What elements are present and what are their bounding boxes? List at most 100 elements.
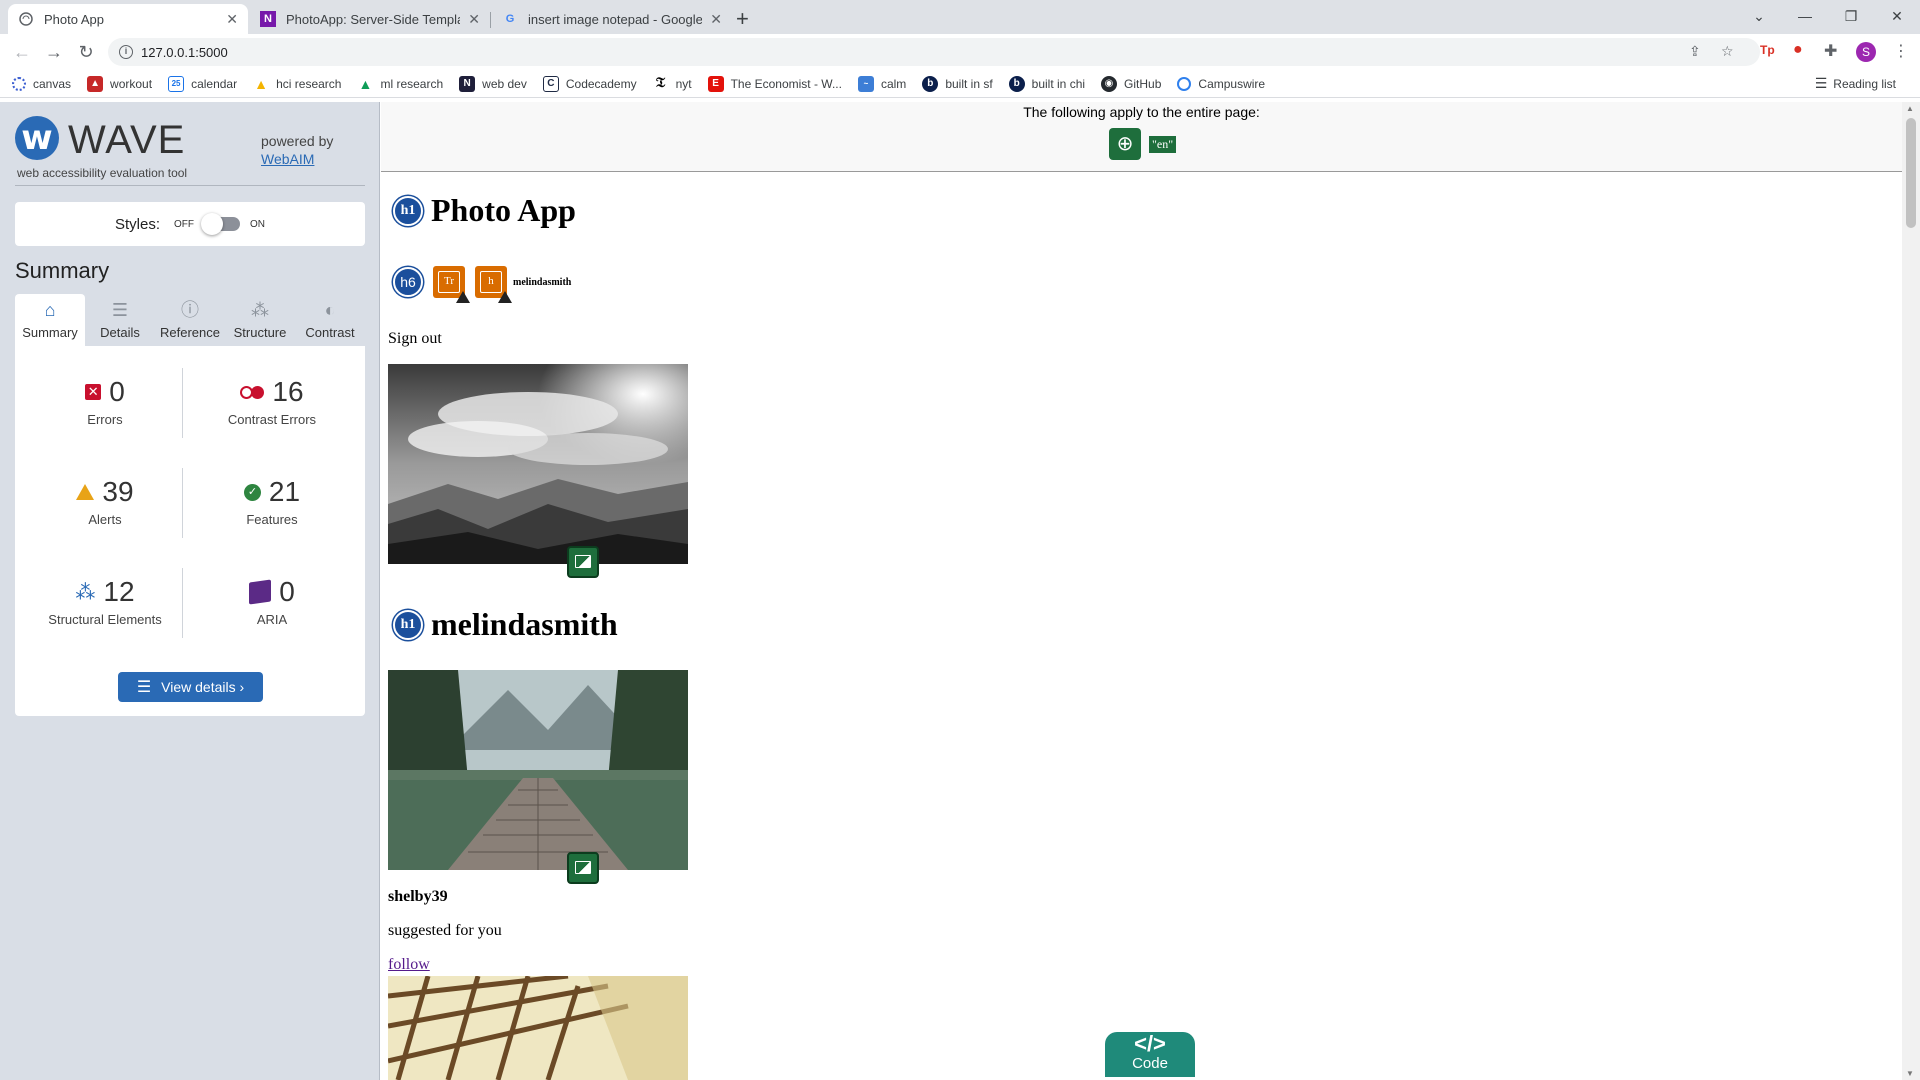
structure-icon: ⁂: [251, 300, 269, 320]
styles-on-label: ON: [250, 218, 265, 230]
follow-link[interactable]: follow: [388, 956, 430, 974]
bookmark-hci-research[interactable]: ▲ hci research: [253, 76, 341, 92]
bookmark-calendar[interactable]: 25 calendar: [168, 75, 237, 92]
tab-google-search[interactable]: G insert image notepad - Google S ✕: [492, 4, 732, 34]
extensions-puzzle-icon[interactable]: ✚: [1824, 41, 1837, 61]
aria-stat[interactable]: 0 ARIA: [192, 576, 352, 627]
tab-search-chevron-icon[interactable]: ⌄: [1736, 4, 1782, 28]
share-icon[interactable]: ⇪: [1689, 43, 1701, 60]
reload-icon[interactable]: ↻: [74, 40, 98, 64]
menu-kebab-icon[interactable]: ⋮: [1893, 41, 1909, 61]
close-tab-icon[interactable]: ✕: [710, 11, 722, 28]
tab-contrast[interactable]: ◐ Contrast: [295, 294, 365, 346]
justified-text-alert-icon[interactable]: Tr: [433, 266, 470, 303]
scroll-up-icon[interactable]: ▲: [1906, 104, 1914, 113]
canvas-icon: [12, 76, 26, 91]
browser-tab-strip: Photo App ✕ N PhotoApp: Server-Side Temp…: [0, 0, 1920, 34]
bookmark-calm[interactable]: ~ calm: [857, 75, 906, 92]
economist-icon: E: [707, 75, 724, 92]
back-arrow-icon[interactable]: ←: [10, 40, 34, 64]
forward-arrow-icon[interactable]: →: [42, 40, 66, 64]
alt-text-feature-icon[interactable]: [567, 852, 599, 884]
page-notice-text: The following apply to the entire page:: [1023, 104, 1260, 120]
webaim-link[interactable]: WebAIM: [261, 151, 314, 167]
tab-title: PhotoApp: Server-Side Template: [286, 11, 461, 27]
bookmark-star-icon[interactable]: ☆: [1721, 43, 1734, 60]
possible-heading-alert-icon[interactable]: h: [475, 266, 512, 303]
bookmark-ml-research[interactable]: ▲ ml research: [357, 76, 444, 92]
page-scrollbar[interactable]: ▲ ▼: [1902, 102, 1920, 1080]
alt-text-feature-icon[interactable]: [567, 546, 599, 578]
minimize-icon[interactable]: —: [1782, 4, 1828, 28]
calm-icon: ~: [857, 75, 874, 92]
divider: [182, 568, 183, 638]
profile-avatar[interactable]: S: [1856, 42, 1876, 62]
info-icon: ⓘ: [181, 300, 199, 320]
summary-panel: ✕ 0 Errors 16 Contrast Errors 39 Alerts ✓…: [15, 346, 365, 716]
workout-icon: ▲: [87, 75, 104, 92]
divider: [15, 185, 365, 186]
reading-list-button[interactable]: ☰ Reading list: [1815, 75, 1896, 92]
scroll-down-icon[interactable]: ▼: [1906, 1069, 1914, 1078]
drive-icon: ▲: [254, 75, 269, 92]
contrast-icon: ◐: [324, 300, 336, 320]
page-notice-bar: The following apply to the entire page: …: [381, 102, 1902, 172]
styles-label: Styles:: [114, 215, 160, 233]
url-text: 127.0.0.1:5000: [141, 44, 228, 60]
styles-off-label: OFF: [174, 218, 194, 230]
bookmark-web-dev[interactable]: Nweb dev: [459, 75, 527, 92]
contrast-errors-stat[interactable]: 16 Contrast Errors: [192, 376, 352, 427]
bookmark-codecademy[interactable]: C Codecademy: [542, 75, 637, 92]
toggle-knob[interactable]: [201, 213, 223, 235]
tab-reference[interactable]: ⓘ Reference: [155, 294, 225, 346]
sign-out-text[interactable]: Sign out: [388, 330, 442, 348]
header-user-row: h6 Tr h melindasmith: [393, 266, 571, 303]
address-bar[interactable]: i 127.0.0.1:5000: [108, 38, 1760, 66]
errors-stat[interactable]: ✕ 0 Errors: [25, 376, 185, 427]
styles-toggle-box: Styles: OFF ON: [15, 202, 365, 246]
error-icon: ✕: [85, 384, 102, 400]
bookmark-canvas[interactable]: canvas: [12, 76, 71, 91]
opera-extension-icon[interactable]: ●: [1793, 41, 1803, 59]
tab-summary[interactable]: ⌂ Summary: [15, 294, 85, 346]
h1-badge-icon[interactable]: h1: [393, 609, 423, 640]
scrollbar-thumb[interactable]: [1906, 118, 1916, 228]
tab-title: insert image notepad - Google S: [528, 11, 703, 27]
site-info-icon[interactable]: i: [119, 45, 133, 59]
powered-by: powered by WebAIM: [261, 133, 334, 167]
bookmark-campuswire[interactable]: Campuswire: [1177, 76, 1265, 91]
new-tab-icon[interactable]: +: [736, 6, 749, 32]
extension-tp-icon[interactable]: Tp: [1760, 43, 1775, 57]
tab-photoapp-template[interactable]: N PhotoApp: Server-Side Template ✕: [250, 4, 490, 34]
h1-badge-icon[interactable]: h1: [393, 195, 423, 226]
language-globe-icon[interactable]: ⊕: [1109, 128, 1141, 160]
campuswire-icon: [1177, 76, 1192, 91]
bookmark-workout[interactable]: ▲ workout: [87, 75, 152, 92]
tab-structure[interactable]: ⁂ Structure: [225, 294, 295, 346]
code-toggle-button[interactable]: </> Code: [1105, 1032, 1195, 1077]
restore-icon[interactable]: ❐: [1828, 4, 1874, 28]
bookmark-economist[interactable]: E The Economist - W...: [707, 75, 842, 92]
bookmark-github[interactable]: ◉ GitHub: [1101, 75, 1161, 92]
styles-toggle[interactable]: [201, 213, 240, 235]
view-details-button[interactable]: ☰ View details ›: [118, 672, 263, 702]
aria-cube-icon: [249, 579, 272, 605]
calendar-icon: 25: [168, 75, 185, 92]
close-tab-icon[interactable]: ✕: [468, 11, 480, 28]
bookmark-built-in-chi[interactable]: b built in chi: [1008, 75, 1085, 92]
tab-photo-app[interactable]: Photo App ✕: [8, 4, 248, 34]
page-notice-icons: ⊕ "en": [1109, 128, 1177, 160]
h6-badge-icon[interactable]: h6: [393, 267, 423, 297]
bookmark-built-in-sf[interactable]: b built in sf: [922, 75, 993, 92]
alerts-stat[interactable]: 39 Alerts: [25, 476, 185, 527]
structural-elements-stat[interactable]: ⁂ 12 Structural Elements: [25, 576, 185, 627]
summary-heading: Summary: [15, 258, 110, 283]
tab-separator: [490, 12, 491, 28]
close-window-icon[interactable]: ✕: [1874, 4, 1920, 28]
bookmark-nyt[interactable]: 𝔗nyt: [653, 76, 692, 92]
features-stat[interactable]: ✓ 21 Features: [192, 476, 352, 527]
close-tab-icon[interactable]: ✕: [226, 11, 238, 28]
tab-details[interactable]: ☰ Details: [85, 294, 155, 346]
language-tag[interactable]: "en": [1149, 135, 1177, 153]
wave-logo-icon: w: [15, 116, 59, 160]
